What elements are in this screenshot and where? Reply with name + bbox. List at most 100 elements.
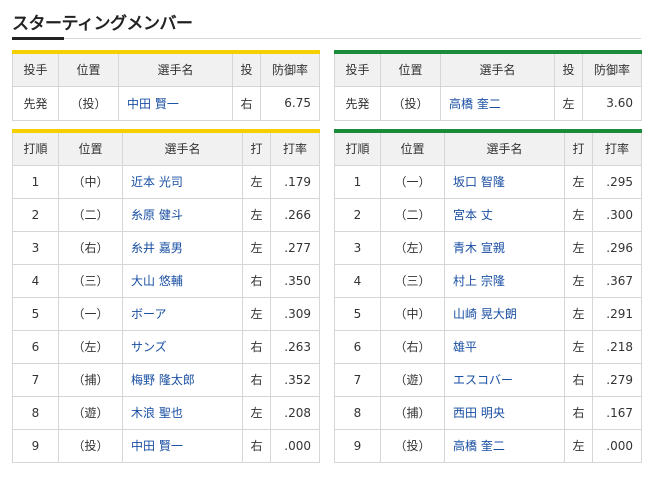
lineup-row: 2 （二） 糸原 健斗左 .266 [12,197,320,232]
player-position: （二） [58,197,123,232]
player-name-link[interactable]: 梅野 隆太郎 [122,362,243,397]
player-position: （二） [380,197,445,232]
player-name-link[interactable]: 大山 悠輔 [122,263,243,298]
section-title: スターティングメンバー [12,14,193,34]
header-player-name: 選手名 [440,51,555,87]
header-position: 位置 [380,51,441,87]
player-position: （三） [58,263,123,298]
lineup-row: 4 （三） 大山 悠輔右 .350 [12,263,320,298]
lineup-row: 8 （捕） 西田 明央右 .167 [334,395,642,430]
pitcher-position: （投） [58,85,119,121]
player-name-link[interactable]: 雄平 [444,329,565,364]
player-bats: 右 [242,263,271,298]
pitcher-header-row: 投手 位置 選手名 投 防御率 [334,51,642,87]
lineup-row: 1 （中） 近本 光司左 .179 [12,164,320,199]
player-bats: 右 [242,428,271,463]
player-bats: 左 [242,164,271,199]
header-position: 位置 [380,130,445,166]
batting-average: .291 [592,296,642,331]
lineup-row: 6 （左） サンズ右 .263 [12,329,320,364]
header-player-name: 選手名 [444,130,565,166]
player-name-link[interactable]: 糸原 健斗 [122,197,243,232]
right-batting-order-table: 打順 位置 選手名 打 打率 1 （一） 坂口 智隆左 .295 2 （二） 宮本 丈左 .3… [334,129,642,463]
player-position: （捕） [58,362,123,397]
header-throws: 投 [232,51,261,87]
player-position: （左） [380,230,445,265]
player-name-link[interactable]: エスコバー [444,362,565,397]
batting-average: .000 [270,428,320,463]
lineup-row: 2 （二） 宮本 丈左 .300 [334,197,642,232]
lineup-row: 8 （遊） 木浪 聖也左 .208 [12,395,320,430]
pitcher-name-link[interactable]: 高橋 奎二 [440,85,555,121]
batting-order: 4 [334,263,381,298]
pitcher-throws: 右 [232,85,261,121]
batting-order: 1 [334,164,381,199]
header-pitcher: 投手 [12,51,59,87]
pitcher-role: 先発 [12,85,59,121]
player-name-link[interactable]: 西田 明央 [444,395,565,430]
player-name-link[interactable]: 坂口 智隆 [444,164,565,199]
batting-order: 3 [334,230,381,265]
header-bats: 打 [242,130,271,166]
player-name-link[interactable]: 木浪 聖也 [122,395,243,430]
left-pitcher-table: 投手 位置 選手名 投 防御率 先発 （投） 中田 賢一 右 6.75 [12,50,320,121]
player-name-link[interactable]: 村上 宗隆 [444,263,565,298]
batting-order: 9 [334,428,381,463]
player-bats: 左 [242,296,271,331]
lineup-header-row: 打順 位置 選手名 打 打率 [12,130,320,166]
player-bats: 右 [564,362,593,397]
pitcher-role: 先発 [334,85,381,121]
header-player-name: 選手名 [122,130,243,166]
batting-average: .296 [592,230,642,265]
player-position: （捕） [380,395,445,430]
player-position: （投） [58,428,123,463]
header-batting-average: 打率 [270,130,320,166]
player-name-link[interactable]: 高橋 奎二 [444,428,565,463]
player-bats: 右 [242,329,271,364]
player-bats: 左 [242,197,271,232]
right-pitcher-table: 投手 位置 選手名 投 防御率 先発 （投） 高橋 奎二 左 3.60 [334,50,642,121]
batting-order: 2 [334,197,381,232]
batting-average: .167 [592,395,642,430]
lineup-row: 7 （捕） 梅野 隆太郎右 .352 [12,362,320,397]
batting-order: 5 [334,296,381,331]
player-name-link[interactable]: 中田 賢一 [122,428,243,463]
pitcher-position: （投） [380,85,441,121]
player-bats: 左 [242,395,271,430]
pitcher-name-link[interactable]: 中田 賢一 [118,85,233,121]
player-name-link[interactable]: 糸井 嘉男 [122,230,243,265]
player-position: （中） [380,296,445,331]
left-batting-order-table: 打順 位置 選手名 打 打率 1 （中） 近本 光司左 .179 2 （二） 糸原 健斗左.… [12,129,320,463]
batting-order: 7 [334,362,381,397]
player-name-link[interactable]: 山崎 晃大朗 [444,296,565,331]
title-divider [12,38,641,39]
batting-average: .300 [592,197,642,232]
header-batting-order: 打順 [334,130,381,166]
batting-average: .367 [592,263,642,298]
player-bats: 左 [564,263,593,298]
player-name-link[interactable]: ボーア [122,296,243,331]
batting-average: .277 [270,230,320,265]
title-accent-bar [12,37,64,40]
lineup-row: 9 （投） 中田 賢一右 .000 [12,428,320,463]
lineup-row: 3 （左） 青木 宣親左 .296 [334,230,642,265]
batting-order: 8 [12,395,59,430]
player-bats: 左 [564,428,593,463]
batting-order: 1 [12,164,59,199]
player-name-link[interactable]: 宮本 丈 [444,197,565,232]
player-bats: 左 [564,164,593,199]
player-bats: 左 [564,296,593,331]
lineup-row: 4 （三） 村上 宗隆左 .367 [334,263,642,298]
batting-average: .218 [592,329,642,364]
batting-order: 7 [12,362,59,397]
lineup-header-row: 打順 位置 選手名 打 打率 [334,130,642,166]
player-position: （一） [380,164,445,199]
batting-order: 6 [12,329,59,364]
player-name-link[interactable]: サンズ [122,329,243,364]
player-name-link[interactable]: 青木 宣親 [444,230,565,265]
player-name-link[interactable]: 近本 光司 [122,164,243,199]
header-pitcher: 投手 [334,51,381,87]
header-batting-average: 打率 [592,130,642,166]
batting-order: 6 [334,329,381,364]
header-bats: 打 [564,130,593,166]
